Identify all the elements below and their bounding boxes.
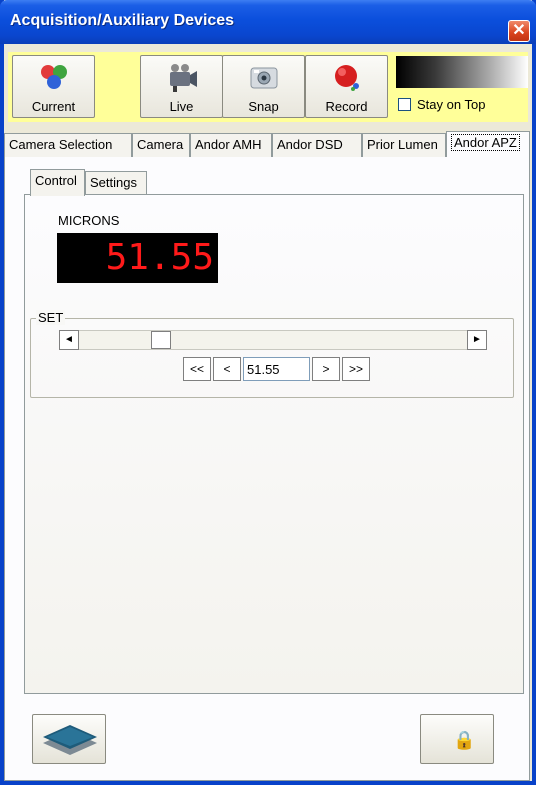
scroll-thumb[interactable] (151, 331, 171, 349)
toolbar: Current Live Snap Record Stay on Top (8, 52, 528, 122)
step-next-button[interactable]: > (312, 357, 340, 381)
set-label: SET (36, 310, 66, 325)
microns-readout: 51.55 (57, 233, 218, 283)
step-first-button[interactable]: << (183, 357, 211, 381)
microns-label: MICRONS (58, 213, 120, 228)
video-camera-icon (141, 62, 222, 92)
tab-andor-amh[interactable]: Andor AMH (190, 133, 272, 157)
step-last-button[interactable]: >> (342, 357, 370, 381)
snap-button-label: Snap (248, 99, 279, 114)
record-button[interactable]: Record (305, 55, 388, 118)
tab-control[interactable]: Control (30, 169, 85, 196)
device-tabs: Camera Selection Camera Andor AMH Andor … (4, 131, 530, 157)
layers-logo-icon (43, 725, 97, 755)
step-prev-button[interactable]: < (213, 357, 241, 381)
camera-icon (223, 62, 304, 90)
window-title: Acquisition/Auxiliary Devices (10, 12, 235, 29)
current-button-label: Current (31, 99, 76, 114)
stay-on-top-checkbox[interactable]: Stay on Top (398, 97, 485, 112)
live-button-label: Live (169, 99, 194, 114)
snap-button[interactable]: Snap (222, 55, 305, 118)
scroll-left-arrow-icon[interactable]: ◄ (59, 330, 79, 350)
tab-andor-dsd[interactable]: Andor DSD (272, 133, 362, 157)
title-bar[interactable]: Acquisition/Auxiliary Devices ✕ (0, 0, 536, 44)
close-button[interactable]: ✕ (508, 20, 530, 42)
position-scrollbar[interactable]: ◄ ► (59, 330, 487, 350)
tab-settings[interactable]: Settings (85, 171, 147, 195)
rgb-circles-icon (13, 62, 94, 90)
tab-camera[interactable]: Camera (132, 133, 190, 157)
layers-button[interactable] (32, 714, 106, 764)
set-value-input[interactable] (243, 357, 310, 381)
tab-andor-apz[interactable]: Andor APZ (446, 131, 530, 157)
checkbox-box[interactable] (398, 97, 411, 111)
current-button[interactable]: Current (12, 55, 95, 118)
tab-camera-selection[interactable]: Camera Selection (4, 133, 132, 157)
control-settings-tabs: Control Settings (24, 169, 524, 196)
intensity-gradient (396, 56, 528, 88)
lock-button[interactable]: 🔒 (420, 714, 494, 764)
record-icon (306, 62, 387, 91)
scroll-right-arrow-icon[interactable]: ► (467, 330, 487, 350)
tab-prior-lumen[interactable]: Prior Lumen (362, 133, 446, 157)
lock-icon: 🔒 (453, 730, 476, 750)
record-button-label: Record (325, 99, 368, 114)
stay-on-top-label: Stay on Top (417, 97, 486, 112)
live-button[interactable]: Live (140, 55, 223, 118)
